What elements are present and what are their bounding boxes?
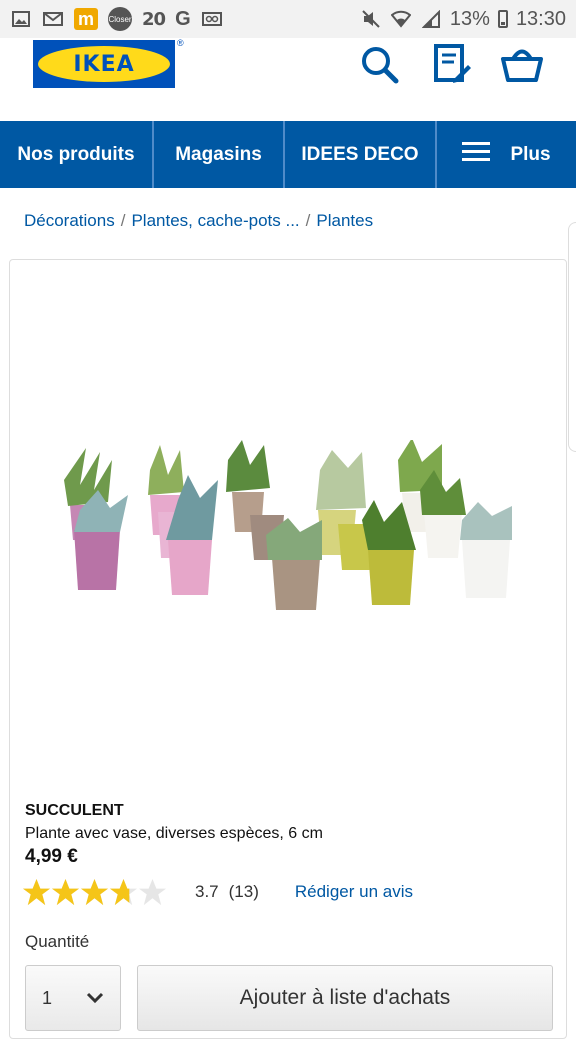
star-icon [51,878,80,905]
main-nav: Nos produits Magasins IDEES DECO Plus [0,121,576,188]
star-icon [80,878,109,905]
write-review-link[interactable]: Rédiger un avis [295,882,413,902]
succulent-pots [64,440,512,610]
m-app-icon: m [74,8,98,30]
breadcrumb: Décorations / Plantes, cache-pots ... / … [24,211,373,231]
ikea-logo[interactable]: IKEA [33,40,175,88]
rating-value: 3.7 [195,882,219,901]
mute-icon [360,10,382,28]
nav-more-label: Plus [510,143,551,165]
voicemail-icon [201,10,223,28]
quantity-select[interactable]: 1 [25,965,121,1031]
notif-20-icon: 20 [142,8,166,30]
rating-stars[interactable] [22,878,167,907]
nav-item-deco-ideas[interactable]: IDEES DECO [285,121,437,188]
product-price: 4,99 € [25,846,78,867]
search-icon[interactable] [357,42,401,86]
nav-item-stores[interactable]: Magasins [154,121,285,188]
shopping-list-icon[interactable] [430,42,474,86]
breadcrumb-item-plants-pots[interactable]: Plantes, cache-pots ... [131,211,299,231]
hamburger-icon [462,141,491,169]
google-icon: G [175,7,191,30]
battery-icon [497,10,508,28]
nav-item-more[interactable]: Plus [437,121,576,188]
quantity-value: 1 [42,987,53,1008]
signal-icon [420,10,442,28]
breadcrumb-item-plants[interactable]: Plantes [316,211,373,231]
battery-percent: 13% [449,7,490,30]
closer-app-icon: Closer [108,7,132,31]
nav-item-products[interactable]: Nos produits [0,121,154,188]
basket-icon[interactable] [500,42,544,86]
clock: 13:30 [515,7,566,30]
breadcrumb-separator: / [120,211,126,230]
product-card: SUCCULENT Plante avec vase, diverses esp… [9,259,567,1039]
breadcrumb-item-decorations[interactable]: Décorations [24,211,115,231]
gallery-icon [10,10,32,28]
review-count[interactable]: (13) [229,882,259,902]
chevron-down-icon [86,988,104,1009]
missed-message-icon [42,10,64,28]
rating-row: 3.7 (13) Rédiger un avis [22,876,413,908]
add-to-shopping-list-button[interactable]: Ajouter à liste d'achats [137,965,553,1031]
star-icon [109,878,138,905]
wifi-icon [390,10,412,28]
registered-mark: ® [177,38,184,48]
logo-text: IKEA [73,51,135,77]
product-description: Plante avec vase, diverses espèces, 6 cm [25,825,323,842]
product-name[interactable]: SUCCULENT [25,802,124,820]
star-icon [138,878,167,905]
star-icon [22,878,51,905]
breadcrumb-separator: / [305,211,311,230]
site-header: IKEA ® [0,38,576,120]
side-scroll-rail[interactable] [568,222,576,452]
quantity-label: Quantité [25,932,90,951]
product-image[interactable] [50,440,530,640]
status-bar: m Closer 20 G 13% 13:30 [0,0,576,38]
